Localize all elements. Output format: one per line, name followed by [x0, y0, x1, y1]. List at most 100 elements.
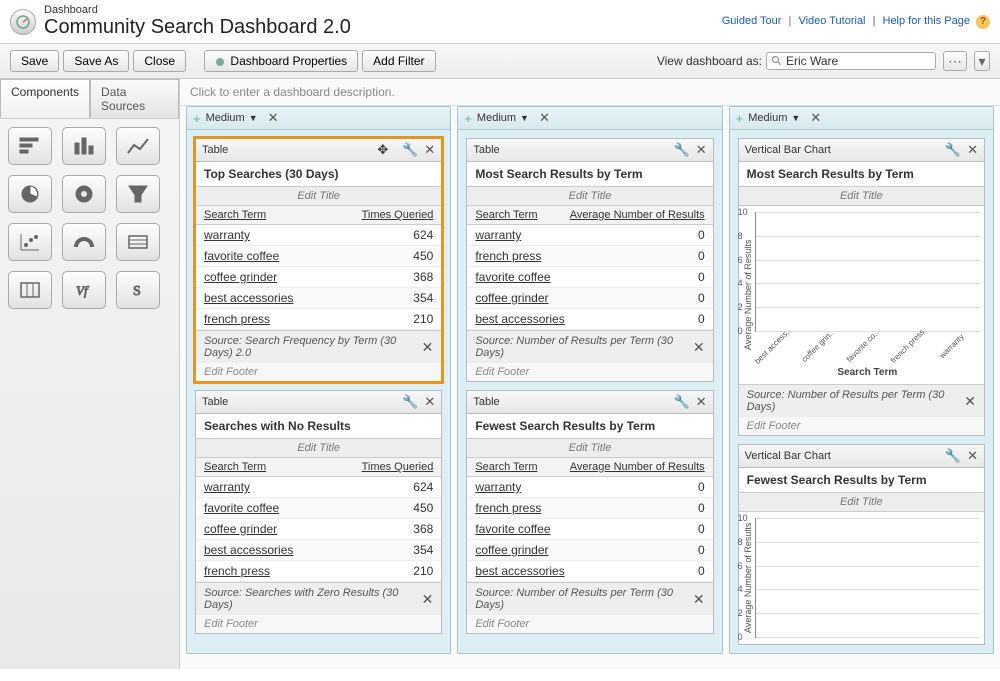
- source-close-icon[interactable]: ✕: [693, 591, 705, 608]
- table-row[interactable]: favorite coffee0: [467, 267, 712, 288]
- add-column-icon[interactable]: +: [193, 111, 201, 126]
- scatter-chart-icon[interactable]: [8, 223, 52, 261]
- table-row[interactable]: favorite coffee0: [467, 519, 712, 540]
- edit-footer[interactable]: Edit Footer: [467, 615, 712, 633]
- gauge-chart-icon[interactable]: [62, 223, 106, 261]
- help-icon[interactable]: ?: [976, 15, 990, 29]
- widget-chart-most-results[interactable]: Vertical Bar Chart 🔧 ✕ Most Search Resul…: [738, 138, 985, 436]
- source-close-icon[interactable]: ✕: [422, 591, 434, 608]
- close-icon[interactable]: ✕: [424, 394, 435, 410]
- view-as-user-picker[interactable]: Eric Ware: [766, 52, 936, 70]
- cell-term[interactable]: french press: [475, 249, 698, 263]
- table-row[interactable]: french press0: [467, 246, 712, 267]
- wrench-icon[interactable]: 🔧: [402, 142, 418, 158]
- cell-term[interactable]: coffee grinder: [475, 291, 698, 305]
- cell-term[interactable]: favorite coffee: [204, 249, 413, 263]
- table-row[interactable]: best accessories0: [467, 309, 712, 330]
- cell-term[interactable]: best accessories: [204, 291, 413, 305]
- cell-term[interactable]: warranty: [475, 228, 698, 242]
- table-row[interactable]: warranty624: [196, 477, 441, 498]
- close-icon[interactable]: ✕: [967, 142, 978, 158]
- add-column-icon[interactable]: +: [736, 111, 744, 126]
- close-icon[interactable]: ✕: [696, 142, 707, 158]
- widget-no-results[interactable]: Table 🔧 ✕ Searches with No Results Edit …: [195, 390, 442, 634]
- metric-icon[interactable]: [116, 223, 160, 261]
- table-row[interactable]: coffee grinder368: [196, 267, 441, 288]
- cell-term[interactable]: favorite coffee: [475, 270, 698, 284]
- table-row[interactable]: best accessories354: [196, 540, 441, 561]
- save-as-button[interactable]: Save As: [63, 50, 129, 72]
- table-row[interactable]: best accessories354: [196, 288, 441, 309]
- source-close-icon[interactable]: ✕: [693, 339, 705, 356]
- cell-term[interactable]: coffee grinder: [475, 543, 698, 557]
- funnel-chart-icon[interactable]: [116, 175, 160, 213]
- view-as-options-button[interactable]: ⋯: [943, 51, 967, 71]
- table-row[interactable]: coffee grinder0: [467, 540, 712, 561]
- dashboard-properties-button[interactable]: Dashboard Properties: [204, 50, 358, 72]
- edit-title[interactable]: Edit Title: [467, 439, 712, 458]
- table-row[interactable]: coffee grinder368: [196, 519, 441, 540]
- column-size-select[interactable]: Medium: [206, 112, 245, 124]
- cell-term[interactable]: french press: [204, 312, 413, 326]
- close-button[interactable]: Close: [133, 50, 186, 72]
- widget-top-searches[interactable]: Table ✥ 🔧 ✕ Top Searches (30 Days) Edit …: [195, 138, 442, 382]
- column-close-icon[interactable]: ✕: [810, 110, 821, 126]
- table-row[interactable]: warranty624: [196, 225, 441, 246]
- guided-tour-link[interactable]: Guided Tour: [722, 15, 782, 27]
- dashboard-description[interactable]: Click to enter a dashboard description.: [180, 79, 1000, 106]
- tab-components[interactable]: Components: [0, 79, 90, 118]
- add-column-icon[interactable]: +: [464, 111, 472, 126]
- wrench-icon[interactable]: 🔧: [945, 448, 961, 464]
- edit-title[interactable]: Edit Title: [739, 493, 984, 512]
- table-row[interactable]: favorite coffee450: [196, 246, 441, 267]
- edit-footer[interactable]: Edit Footer: [467, 363, 712, 381]
- wrench-icon[interactable]: 🔧: [402, 394, 418, 410]
- cell-term[interactable]: warranty: [475, 480, 698, 494]
- edit-title[interactable]: Edit Title: [467, 187, 712, 206]
- table-row[interactable]: warranty0: [467, 477, 712, 498]
- edit-footer[interactable]: Edit Footer: [196, 615, 441, 633]
- column-size-select[interactable]: Medium: [477, 112, 516, 124]
- column-close-icon[interactable]: ✕: [539, 110, 550, 126]
- table-row[interactable]: best accessories0: [467, 561, 712, 582]
- wrench-icon[interactable]: 🔧: [674, 142, 690, 158]
- s-control-icon[interactable]: S: [116, 271, 160, 309]
- cell-term[interactable]: warranty: [204, 480, 413, 494]
- edit-title[interactable]: Edit Title: [196, 187, 441, 206]
- edit-title[interactable]: Edit Title: [196, 439, 441, 458]
- close-icon[interactable]: ✕: [967, 448, 978, 464]
- cell-term[interactable]: favorite coffee: [475, 522, 698, 536]
- edit-title[interactable]: Edit Title: [739, 187, 984, 206]
- horizontal-bar-chart-icon[interactable]: [8, 127, 52, 165]
- edit-footer[interactable]: Edit Footer: [196, 363, 441, 381]
- close-icon[interactable]: ✕: [696, 394, 707, 410]
- edit-footer[interactable]: Edit Footer: [739, 417, 984, 435]
- line-chart-icon[interactable]: [116, 127, 160, 165]
- cell-term[interactable]: french press: [475, 501, 698, 515]
- cell-term[interactable]: best accessories: [475, 312, 698, 326]
- close-icon[interactable]: ✕: [424, 142, 435, 158]
- cell-term[interactable]: coffee grinder: [204, 522, 413, 536]
- table-row[interactable]: french press0: [467, 498, 712, 519]
- table-row[interactable]: warranty0: [467, 225, 712, 246]
- table-icon[interactable]: [8, 271, 52, 309]
- table-row[interactable]: french press210: [196, 309, 441, 330]
- source-close-icon[interactable]: ✕: [964, 393, 976, 410]
- help-link[interactable]: Help for this Page: [883, 15, 970, 27]
- column-size-select[interactable]: Medium: [748, 112, 787, 124]
- save-button[interactable]: Save: [10, 50, 59, 72]
- visualforce-icon[interactable]: Vf: [62, 271, 106, 309]
- cell-term[interactable]: warranty: [204, 228, 413, 242]
- wrench-icon[interactable]: 🔧: [945, 142, 961, 158]
- column-close-icon[interactable]: ✕: [268, 110, 279, 126]
- view-as-dropdown-button[interactable]: ▾: [974, 51, 990, 71]
- add-filter-button[interactable]: Add Filter: [362, 50, 435, 72]
- cell-term[interactable]: coffee grinder: [204, 270, 413, 284]
- cell-term[interactable]: french press: [204, 564, 413, 578]
- table-row[interactable]: favorite coffee450: [196, 498, 441, 519]
- widget-fewest-results[interactable]: Table 🔧 ✕ Fewest Search Results by Term …: [466, 390, 713, 634]
- move-icon[interactable]: ✥: [377, 142, 388, 158]
- vertical-bar-chart-icon[interactable]: [62, 127, 106, 165]
- table-row[interactable]: coffee grinder0: [467, 288, 712, 309]
- wrench-icon[interactable]: 🔧: [674, 394, 690, 410]
